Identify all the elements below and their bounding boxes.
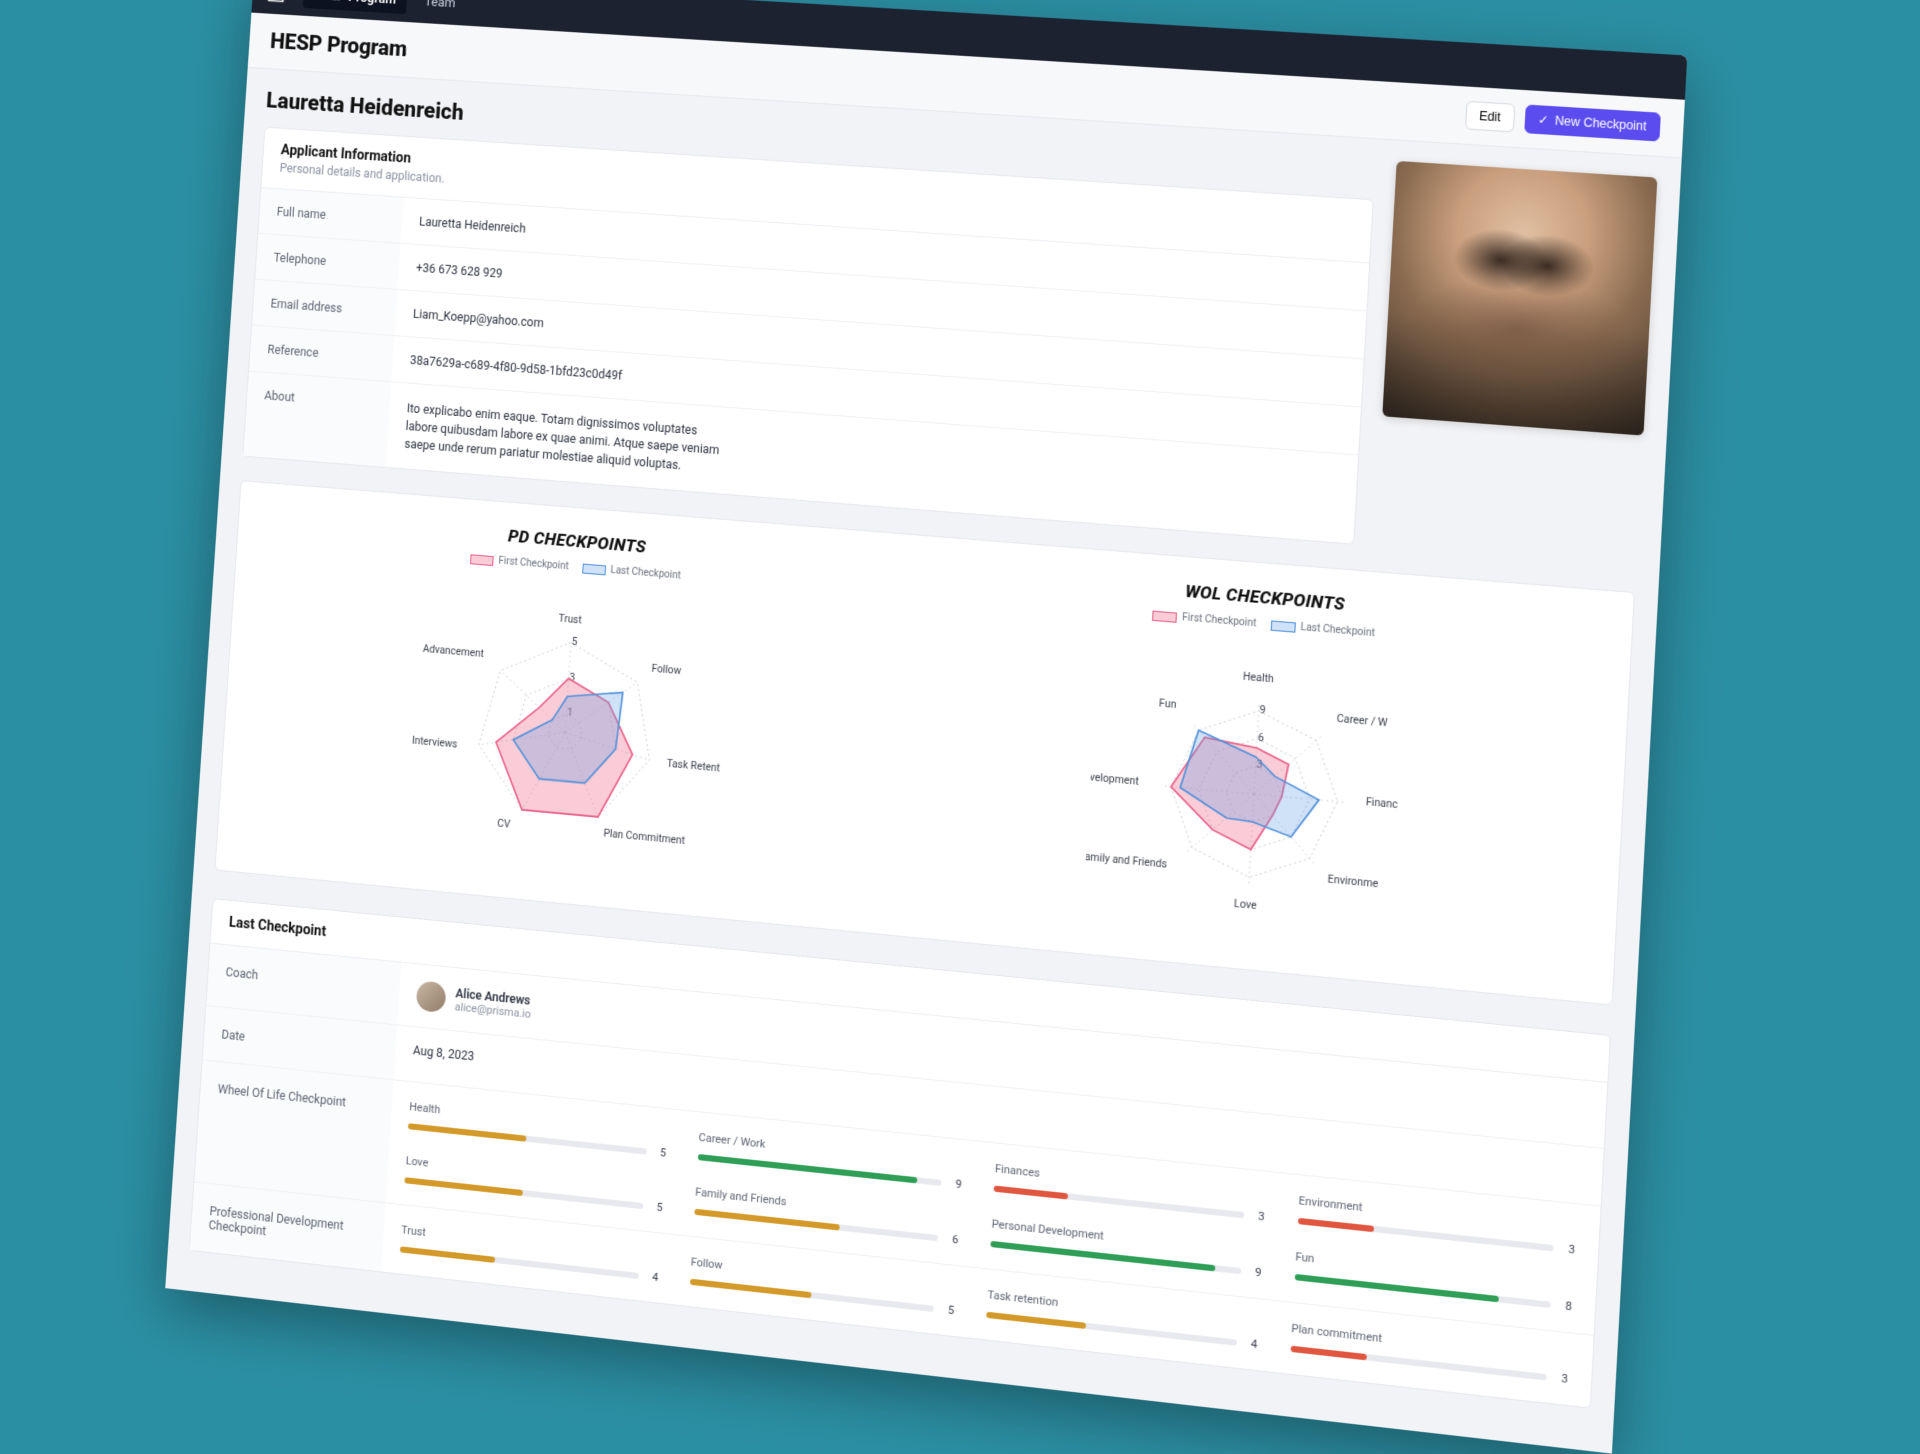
bar-item: Follow5: [689, 1255, 959, 1317]
svg-text:Advancement: Advancement: [422, 643, 485, 662]
bar-item: Plan commitment3: [1290, 1322, 1574, 1387]
svg-text:Follow: Follow: [654, 663, 685, 679]
bar-value: 5: [656, 1145, 671, 1160]
bar-item: Health5: [408, 1100, 672, 1160]
coach-avatar: [416, 980, 447, 1013]
app-window: HELP Program Team HESP Program Edit ✓ New…: [165, 0, 1687, 1454]
pd-checkpoints-chart: PD CHECKPOINTSFirst CheckpointLast Check…: [235, 506, 907, 894]
bar-value: 4: [1246, 1337, 1261, 1352]
svg-text:Health: Health: [1244, 671, 1276, 687]
bar-value: 4: [648, 1270, 663, 1285]
applicant-photo: [1382, 161, 1657, 436]
nav-item-team[interactable]: Team: [412, 0, 468, 18]
page-content: Lauretta Heidenreich Applicant Informati…: [165, 68, 1681, 1454]
nav-item-help-program[interactable]: HELP Program: [303, 0, 408, 14]
bar-value: 8: [1561, 1299, 1577, 1314]
bar-value: 6: [948, 1232, 963, 1247]
new-checkpoint-button[interactable]: ✓ New Checkpoint: [1524, 104, 1661, 141]
wol-checkpoints-chart: WOL CHECKPOINTSFirst CheckpointLast Chec…: [906, 561, 1613, 961]
svg-text:5: 5: [573, 636, 580, 650]
bar-value: 9: [951, 1177, 966, 1192]
bar-item: Finances3: [993, 1162, 1270, 1224]
svg-text:rsonal Development: rsonal Development: [1082, 768, 1140, 790]
svg-text:Environme: Environme: [1330, 876, 1383, 894]
radar-svg: 369HealthCareer / WFinancEnvironmeLoveFa…: [1082, 627, 1428, 944]
bar-item: Career / Work9: [697, 1131, 967, 1192]
bar-item: Love5: [404, 1154, 668, 1215]
bar-item: Task retention4: [986, 1288, 1263, 1352]
svg-text:9: 9: [1261, 704, 1268, 718]
svg-text:Fun: Fun: [1159, 697, 1177, 712]
bar-value: 5: [943, 1303, 958, 1318]
svg-text:Plan Commitment: Plan Commitment: [605, 830, 689, 851]
bar-value: 3: [1564, 1242, 1580, 1257]
page-title: HESP Program: [269, 29, 407, 62]
svg-text:Trust: Trust: [560, 613, 585, 628]
info-label: About: [243, 372, 391, 467]
bar-item: Environment3: [1297, 1194, 1580, 1257]
bar-item: Trust4: [400, 1223, 664, 1284]
svg-text:CV: CV: [497, 820, 511, 834]
edit-button[interactable]: Edit: [1465, 101, 1515, 133]
bar-value: 9: [1250, 1265, 1265, 1280]
svg-text:Career / W: Career / W: [1339, 712, 1391, 730]
check-icon: ✓: [1538, 112, 1549, 127]
bar-item: Fun8: [1294, 1250, 1577, 1314]
applicant-info-card: Applicant Information Personal details a…: [242, 127, 1374, 545]
svg-text:Financ: Financ: [1369, 797, 1403, 814]
svg-text:Interviews: Interviews: [411, 736, 458, 753]
svg-text:6: 6: [1259, 732, 1266, 746]
bar-item: Personal Development9: [990, 1217, 1267, 1280]
home-icon[interactable]: [265, 0, 287, 4]
bar-value: 3: [1557, 1371, 1573, 1386]
wol-checkpoint-label: Wheel Of Life Checkpoint: [194, 1060, 393, 1202]
svg-text:Love: Love: [1235, 901, 1259, 917]
bar-value: 5: [652, 1200, 667, 1215]
bar-value: 3: [1254, 1209, 1269, 1224]
bar-item: Family and Friends6: [694, 1185, 964, 1247]
radar-svg: 135TrustFollowTask RetentionPlan Commitm…: [402, 570, 731, 877]
svg-text:Task Retention: Task Retention: [669, 760, 730, 779]
svg-text:Family and Friends: Family and Friends: [1082, 852, 1168, 874]
